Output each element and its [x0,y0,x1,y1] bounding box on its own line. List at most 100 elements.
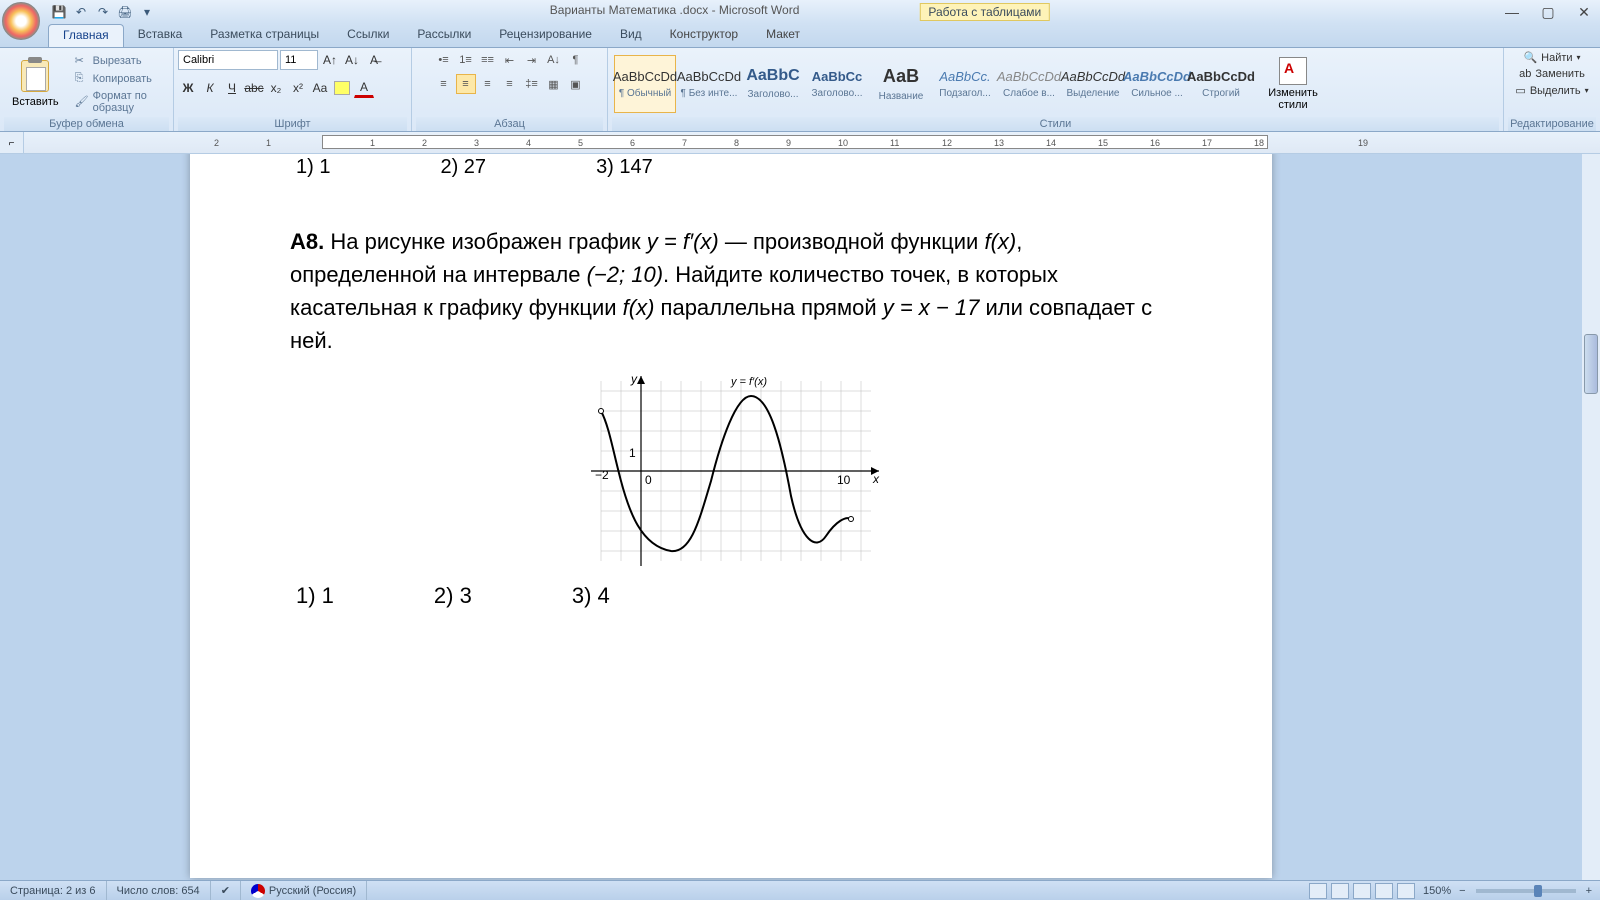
save-icon[interactable]: 💾 [50,3,68,21]
strike-button[interactable]: abc [244,78,264,98]
style-heading1[interactable]: AaBbCЗаголово... [742,55,804,113]
subscript-button[interactable]: x₂ [266,78,286,98]
select-button[interactable]: ▭Выделить▾ [1509,83,1594,98]
tab-mailings[interactable]: Рассылки [403,24,485,47]
zoom-out-button[interactable]: − [1459,885,1465,897]
view-full-screen[interactable] [1331,883,1349,899]
tab-table-layout[interactable]: Макет [752,24,814,47]
page[interactable]: 1) 1 2) 27 3) 147 А8. На рисунке изображ… [190,154,1272,878]
print-preview-icon[interactable]: 🖨 [116,3,134,21]
close-button[interactable]: ✕ [1572,3,1596,21]
tab-view[interactable]: Вид [606,24,656,47]
shading-button[interactable]: ▦ [544,74,564,94]
tab-insert[interactable]: Вставка [124,24,197,47]
shrink-font-button[interactable]: A↓ [342,50,362,70]
view-web-layout[interactable] [1353,883,1371,899]
svg-text:−2: −2 [595,468,609,482]
paste-icon [21,60,49,92]
align-left-button[interactable]: ≡ [434,74,454,94]
highlight-button[interactable] [332,78,352,98]
find-icon: 🔍 [1523,51,1537,64]
tab-selector[interactable]: ⌐ [0,132,24,154]
status-language[interactable]: Русский (Россия) [241,881,367,900]
dec-indent-button[interactable]: ⇤ [500,50,520,70]
zoom-in-button[interactable]: + [1586,885,1592,897]
tab-table-design[interactable]: Конструктор [656,24,752,47]
tab-home[interactable]: Главная [48,24,124,47]
style-emphasis[interactable]: AaBbCcDdВыделение [1062,55,1124,113]
format-painter-button[interactable]: 🖌Формат по образцу [71,89,169,115]
zoom-level[interactable]: 150% [1423,885,1451,897]
font-size-select[interactable] [280,50,318,70]
justify-button[interactable]: ≡ [500,74,520,94]
group-paragraph: •≡ 1≡ ≡≡ ⇤ ⇥ A↓ ¶ ≡ ≡ ≡ ≡ ‡≡ ▦ ▣ Абзац [412,48,608,131]
font-family-select[interactable] [178,50,278,70]
svg-text:y = f′(x): y = f′(x) [730,376,767,388]
undo-icon[interactable]: ↶ [72,3,90,21]
view-draft[interactable] [1397,883,1415,899]
borders-button[interactable]: ▣ [566,74,586,94]
style-strong[interactable]: AaBbCcDdСтрогий [1190,55,1252,113]
svg-text:y: y [630,372,638,386]
style-no-spacing[interactable]: AaBbCcDd¶ Без инте... [678,55,740,113]
group-label-editing: Редактирование [1508,117,1596,131]
view-print-layout[interactable] [1309,883,1327,899]
find-button[interactable]: 🔍Найти▾ [1517,50,1586,65]
copy-button[interactable]: ⎘Копировать [71,71,169,87]
cut-button[interactable]: ✂Вырезать [71,53,169,69]
grow-font-button[interactable]: A↑ [320,50,340,70]
status-words[interactable]: Число слов: 654 [107,881,211,900]
graph-image: −2 0 1 10 y x y = f′(x) [581,371,881,571]
inc-indent-button[interactable]: ⇥ [522,50,542,70]
scrollbar-thumb[interactable] [1584,334,1598,394]
paste-button[interactable]: Вставить [4,56,67,112]
replace-button[interactable]: abЗаменить [1513,67,1591,81]
font-color-button[interactable]: A [354,78,374,98]
vertical-scrollbar[interactable] [1582,154,1600,880]
svg-text:10: 10 [837,473,851,487]
chevron-down-icon: ▾ [1585,86,1589,95]
style-heading2[interactable]: AaBbCcЗаголово... [806,55,868,113]
styles-gallery: AaBbCcDd¶ Обычный AaBbCcDd¶ Без инте... … [612,53,1254,115]
quick-access-toolbar: 💾 ↶ ↷ 🖨 ▾ [50,3,156,21]
qat-dropdown-icon[interactable]: ▾ [138,3,156,21]
change-case-button[interactable]: Aa [310,78,330,98]
status-page[interactable]: Страница: 2 из 6 [0,881,107,900]
style-intense-emph[interactable]: AaBbCcDdСильное ... [1126,55,1188,113]
numbering-button[interactable]: 1≡ [456,50,476,70]
group-editing: 🔍Найти▾ abЗаменить ▭Выделить▾ Редактиров… [1504,48,1600,131]
align-right-button[interactable]: ≡ [478,74,498,94]
horizontal-ruler[interactable]: 2112345678910111213141516171819 [24,132,1600,153]
office-button[interactable] [2,2,40,40]
group-styles: AaBbCcDd¶ Обычный AaBbCcDd¶ Без инте... … [608,48,1504,131]
minimize-button[interactable]: — [1500,3,1524,21]
style-subtle-emph[interactable]: AaBbCcDdСлабое в... [998,55,1060,113]
status-proofing[interactable]: ✔ [211,881,241,900]
clear-format-button[interactable]: A̶ [364,50,384,70]
tab-references[interactable]: Ссылки [333,24,403,47]
zoom-thumb[interactable] [1534,885,1542,897]
redo-icon[interactable]: ↷ [94,3,112,21]
style-title[interactable]: АаВНазвание [870,55,932,113]
sort-button[interactable]: A↓ [544,50,564,70]
underline-button[interactable]: Ч [222,78,242,98]
change-styles-button[interactable]: Изменить стили [1258,53,1328,115]
bold-button[interactable]: Ж [178,78,198,98]
paste-label: Вставить [12,96,59,108]
align-center-button[interactable]: ≡ [456,74,476,94]
superscript-button[interactable]: x² [288,78,308,98]
zoom-slider[interactable] [1476,889,1576,893]
line-spacing-button[interactable]: ‡≡ [522,74,542,94]
maximize-button[interactable]: ▢ [1536,3,1560,21]
multilevel-button[interactable]: ≡≡ [478,50,498,70]
style-normal[interactable]: AaBbCcDd¶ Обычный [614,55,676,113]
show-marks-button[interactable]: ¶ [566,50,586,70]
tab-review[interactable]: Рецензирование [485,24,606,47]
view-outline[interactable] [1375,883,1393,899]
tab-page-layout[interactable]: Разметка страницы [196,24,333,47]
title-bar: 💾 ↶ ↷ 🖨 ▾ Варианты Математика .docx - Mi… [0,0,1600,24]
group-label-paragraph: Абзац [416,117,603,131]
style-subtitle[interactable]: AaBbCc.Подзагол... [934,55,996,113]
bullets-button[interactable]: •≡ [434,50,454,70]
italic-button[interactable]: К [200,78,220,98]
